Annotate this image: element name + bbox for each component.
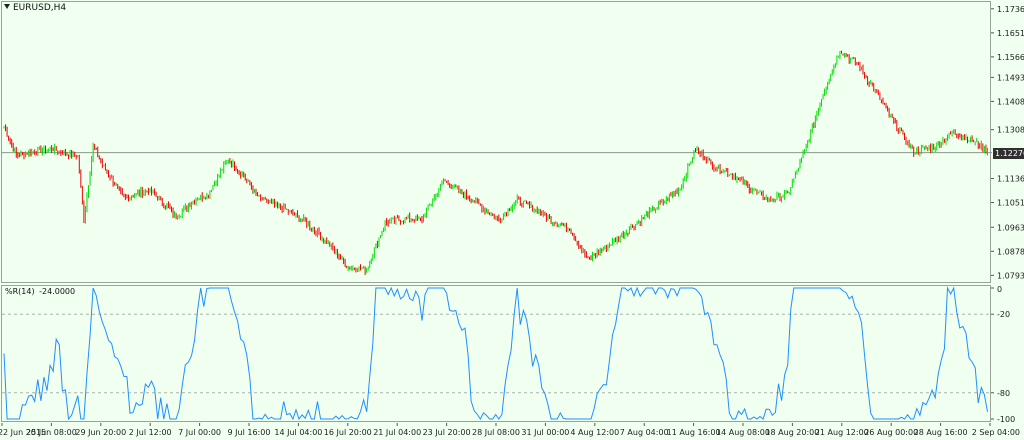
time-tick-label: 25 Jun 08:00 [26, 428, 77, 437]
time-tick-label: 14 Jul 04:00 [274, 428, 322, 437]
indicator-tick-label: 0 [997, 285, 1002, 294]
time-tick-label: 16 Jul 20:00 [324, 428, 372, 437]
price-tick-label: 1.10510 [997, 199, 1024, 208]
time-tick-label: 9 Jul 16:00 [228, 428, 271, 437]
price-tick-label: 1.07935 [997, 271, 1024, 280]
indicator-axis[interactable]: 0-20-80-100 [991, 284, 1024, 424]
indicator-tick-label: -80 [997, 389, 1010, 398]
time-tick-label: 29 Jun 20:00 [75, 428, 126, 437]
price-tick-label: 1.08785 [997, 247, 1024, 256]
price-axis[interactable]: 1.17360 1.16510 1.15660 1.14935 1.14085 1.130… [991, 0, 1024, 285]
bid-price-tag: 1.12276 [993, 147, 1024, 159]
price-tick-label: 1.11360 [997, 174, 1024, 183]
chart-window[interactable]: 1.17360 1.16510 1.15660 1.14935 1.14085 1.130… [0, 0, 1024, 440]
indicator-name: %R(14) [5, 287, 35, 296]
williams-r-chart[interactable] [2, 286, 992, 421]
time-tick-label: 2 Sep 04:00 [972, 428, 1020, 437]
williams-r-line [3, 286, 988, 421]
price-tick-label: 1.14085 [997, 97, 1024, 106]
time-axis[interactable]: 22 Jun 201525 Jun 08:0029 Jun 20:00 2 Jul… [0, 423, 1024, 439]
time-tick-label: 18 Aug 20:00 [765, 428, 819, 437]
indicator-tick-label: -20 [997, 310, 1010, 319]
candles-group [3, 50, 988, 275]
time-tick-label: 28 Aug 16:00 [914, 428, 968, 437]
time-tick-label: 14 Aug 08:00 [716, 428, 770, 437]
indicator-value: -24.0000 [39, 287, 76, 296]
time-tick-label: 2 Jul 12:00 [129, 428, 172, 437]
symbol-title[interactable]: EURUSD,H4 [4, 3, 66, 13]
time-tick-label: 21 Jul 04:00 [373, 428, 421, 437]
price-tick-label: 1.09635 [997, 223, 1024, 232]
time-tick-label: 7 Jul 00:00 [178, 428, 221, 437]
time-tick-label: 21 Aug 12:00 [815, 428, 869, 437]
time-tick-label: 31 Jul 00:00 [521, 428, 569, 437]
time-tick-label: 11 Aug 16:00 [667, 428, 721, 437]
time-tick-label: 23 Jul 20:00 [423, 428, 471, 437]
price-tick-label: 1.13085 [997, 126, 1024, 135]
chevron-down-icon[interactable] [4, 4, 10, 9]
time-tick-label: 28 Jul 08:00 [472, 428, 520, 437]
indicator-title: %R(14) -24.0000 [5, 287, 77, 296]
price-tick-label: 1.17360 [997, 5, 1024, 14]
symbol-text: EURUSD,H4 [13, 3, 67, 13]
price-tick-label: 1.16510 [997, 29, 1024, 38]
time-tick-label: 7 Aug 04:00 [620, 428, 669, 437]
price-chart[interactable] [2, 2, 992, 282]
time-tick-label: 26 Aug 00:00 [864, 428, 918, 437]
price-tick-label: 1.14935 [997, 73, 1024, 82]
price-tick-label: 1.15660 [997, 53, 1024, 62]
time-tick-label: 4 Aug 12:00 [570, 428, 619, 437]
